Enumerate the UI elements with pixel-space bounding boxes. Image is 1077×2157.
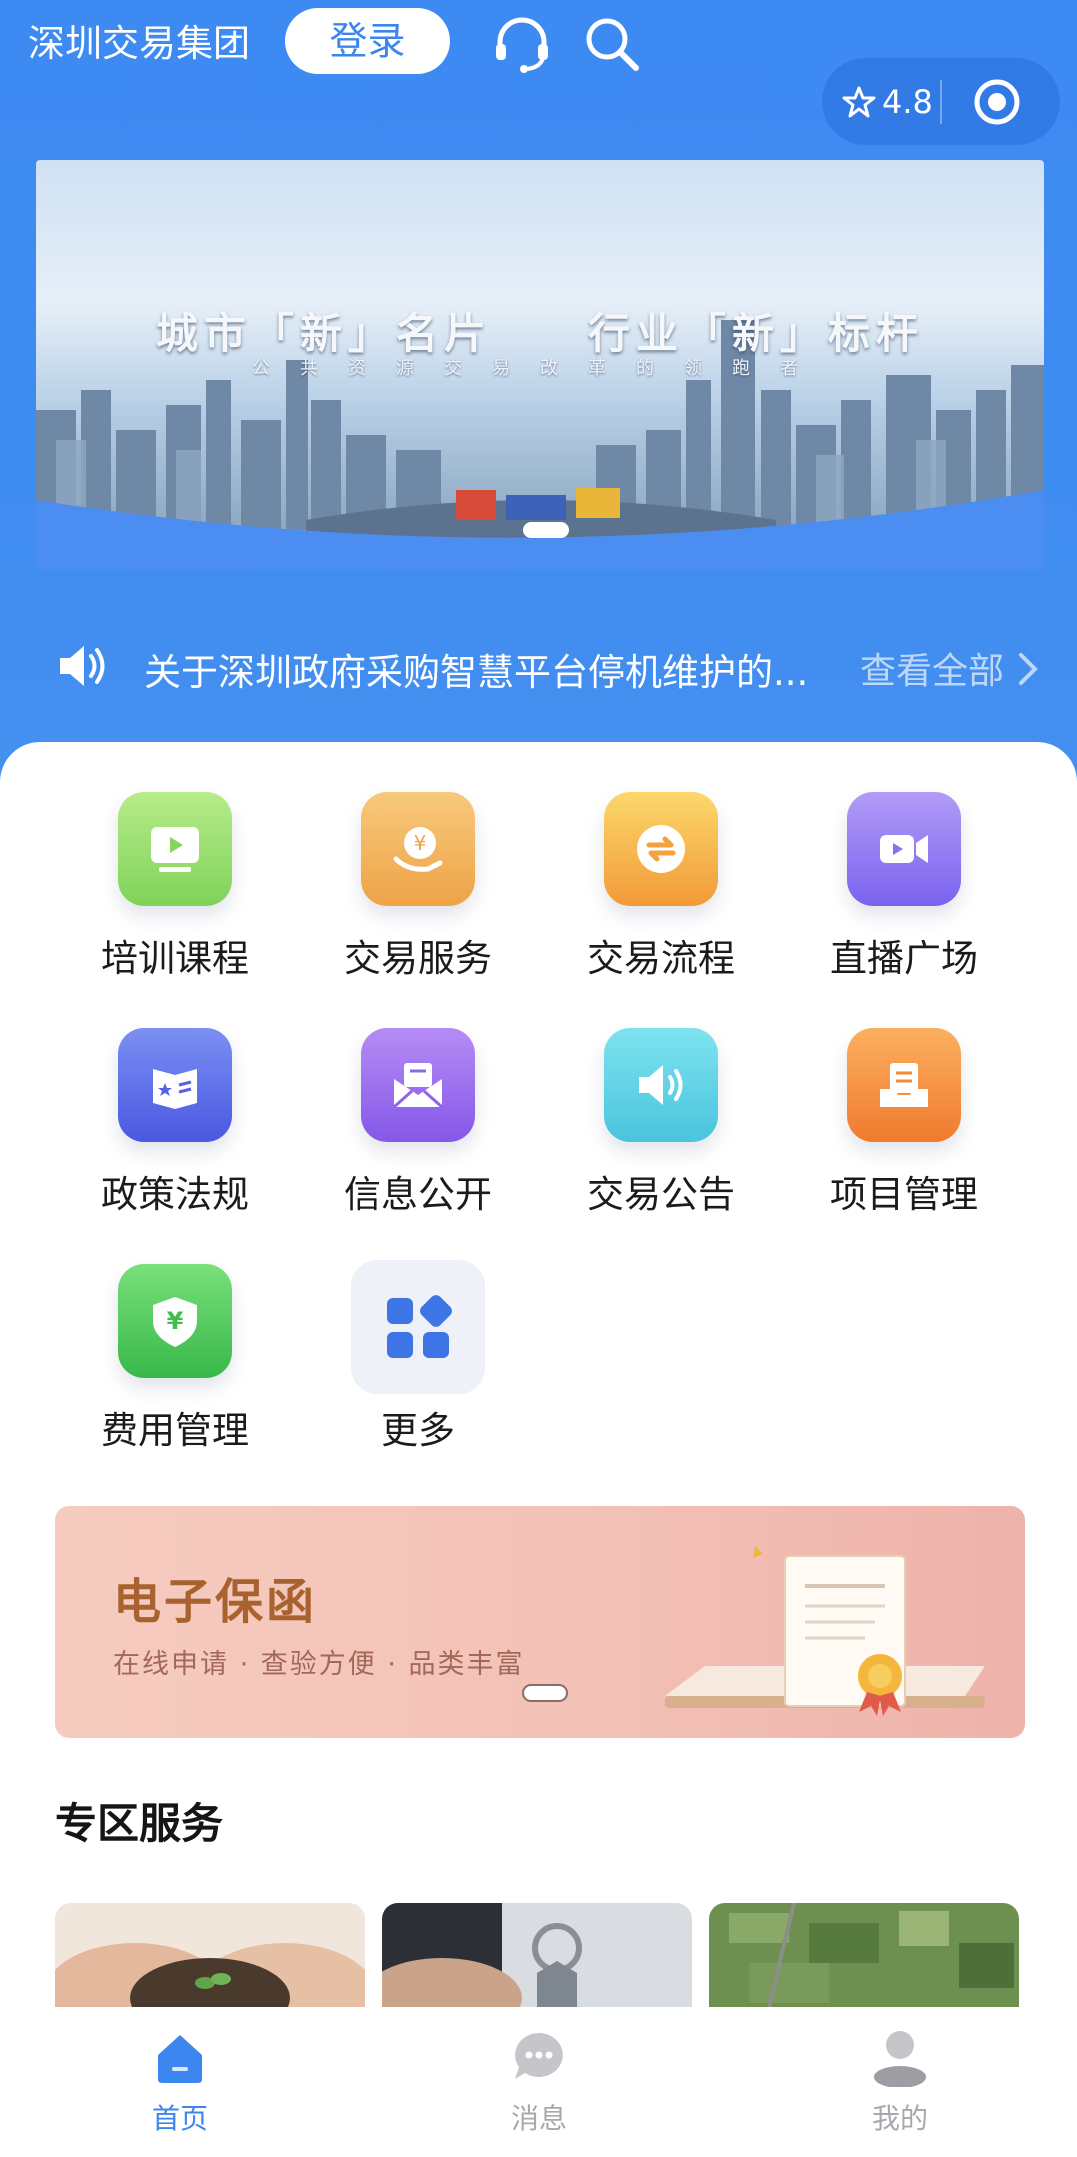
tab-profile[interactable]: 我的	[820, 2027, 980, 2147]
svg-text:¥: ¥	[414, 831, 427, 855]
notice-text[interactable]: 关于深圳政府采购智慧平台停机维护的...	[144, 642, 884, 696]
carousel-indicator	[523, 522, 569, 538]
grid-item-trade-notice[interactable]: 交易公告	[540, 998, 782, 1228]
tab-label: 首页	[151, 2102, 208, 2135]
capsule-divider	[940, 80, 942, 124]
home-icon	[158, 2035, 202, 2083]
grid-label: 直播广场	[830, 937, 978, 980]
farmland-aerial-image	[709, 1903, 1019, 2007]
hero-banner[interactable]: 城市「新」名片 行业「新」标杆 公共资源交易改革的领跑者	[36, 160, 1044, 570]
star-icon	[842, 86, 876, 117]
grid-item-more[interactable]: 更多	[297, 1234, 539, 1464]
grid-item-fee-management[interactable]: ¥ 费用管理	[54, 1234, 296, 1464]
speaker-icon	[60, 646, 105, 686]
tab-label: 我的	[871, 2102, 928, 2135]
zone-card-agriculture[interactable]	[55, 1903, 365, 2007]
view-all-label: 查看全部	[860, 651, 1005, 692]
grid-label: 交易流程	[587, 937, 735, 980]
grid-item-training[interactable]: 培训课程	[54, 762, 296, 992]
grid-label: 更多	[381, 1409, 455, 1452]
login-button[interactable]: 登录	[285, 8, 450, 74]
brand-title: 深圳交易集团	[28, 22, 250, 65]
certificate-illustration	[665, 1546, 985, 1716]
document-tray-icon	[847, 1028, 961, 1142]
banner-title: 城市「新」名片 行业「新」标杆	[155, 309, 924, 358]
tab-label: 消息	[510, 2102, 567, 2135]
grid-label: 项目管理	[830, 1173, 978, 1216]
play-screen-icon	[118, 792, 232, 906]
tab-home[interactable]: 首页	[100, 2027, 260, 2147]
hands-soil-image	[55, 1903, 365, 2007]
grid-item-live[interactable]: 直播广场	[783, 762, 1025, 992]
view-all-link[interactable]: 查看全部	[860, 642, 1041, 694]
mini-program-capsule: 4.8	[822, 58, 1060, 145]
swap-arrows-icon	[604, 792, 718, 906]
profile-icon	[874, 2031, 926, 2087]
zone-card-land[interactable]	[709, 1903, 1019, 2007]
grid-label: 交易公告	[587, 1173, 735, 1216]
carousel-indicator	[522, 1684, 568, 1702]
customer-service-icon[interactable]	[490, 12, 554, 76]
chevron-right-icon	[1019, 653, 1039, 685]
envelope-icon	[361, 1028, 475, 1142]
grid-item-trade-service[interactable]: ¥ 交易服务	[297, 762, 539, 992]
promo-subtitle: 在线申请 · 查验方便 · 品类丰富	[113, 1649, 525, 1680]
rating-value: 4.8	[882, 82, 933, 121]
grid-label: 信息公开	[344, 1173, 492, 1216]
tab-messages[interactable]: 消息	[459, 2027, 619, 2147]
grid-label: 交易服务	[344, 937, 492, 980]
promo-title: 电子保函	[113, 1574, 318, 1630]
grid-item-info-disclosure[interactable]: 信息公开	[297, 998, 539, 1228]
grid-label: 政策法规	[101, 1173, 249, 1216]
grid-label: 培训课程	[101, 937, 249, 980]
rating-button[interactable]: 4.8	[842, 58, 933, 145]
yuan-hand-icon: ¥	[361, 792, 475, 906]
grid-item-trade-process[interactable]: 交易流程	[540, 762, 782, 992]
grid-item-project-management[interactable]: 项目管理	[783, 998, 1025, 1228]
message-icon	[515, 2033, 563, 2079]
bottom-tab-bar: 首页 消息 我的	[0, 2007, 1077, 2157]
speaker-icon	[604, 1028, 718, 1142]
yuan-shield-icon: ¥	[118, 1264, 232, 1378]
e-guarantee-banner[interactable]: 电子保函 在线申请 · 查验方便 · 品类丰富	[55, 1506, 1025, 1738]
zone-card-property[interactable]	[382, 1903, 692, 2007]
video-camera-icon	[847, 792, 961, 906]
notice-bar[interactable]: 关于深圳政府采购智慧平台停机维护的... 查看全部	[50, 634, 1050, 698]
search-icon[interactable]	[580, 12, 644, 76]
grid-label: 费用管理	[101, 1409, 249, 1452]
more-grid-icon	[351, 1260, 485, 1394]
grid-item-policy[interactable]: 政策法规	[54, 998, 296, 1228]
target-icon[interactable]	[972, 77, 1022, 131]
banner-subtitle: 公共资源交易改革的领跑者	[252, 358, 828, 379]
star-book-icon	[118, 1028, 232, 1142]
svg-text:¥: ¥	[167, 1307, 184, 1335]
section-title: 专区服务	[55, 1799, 224, 1848]
house-key-image	[382, 1903, 692, 2007]
